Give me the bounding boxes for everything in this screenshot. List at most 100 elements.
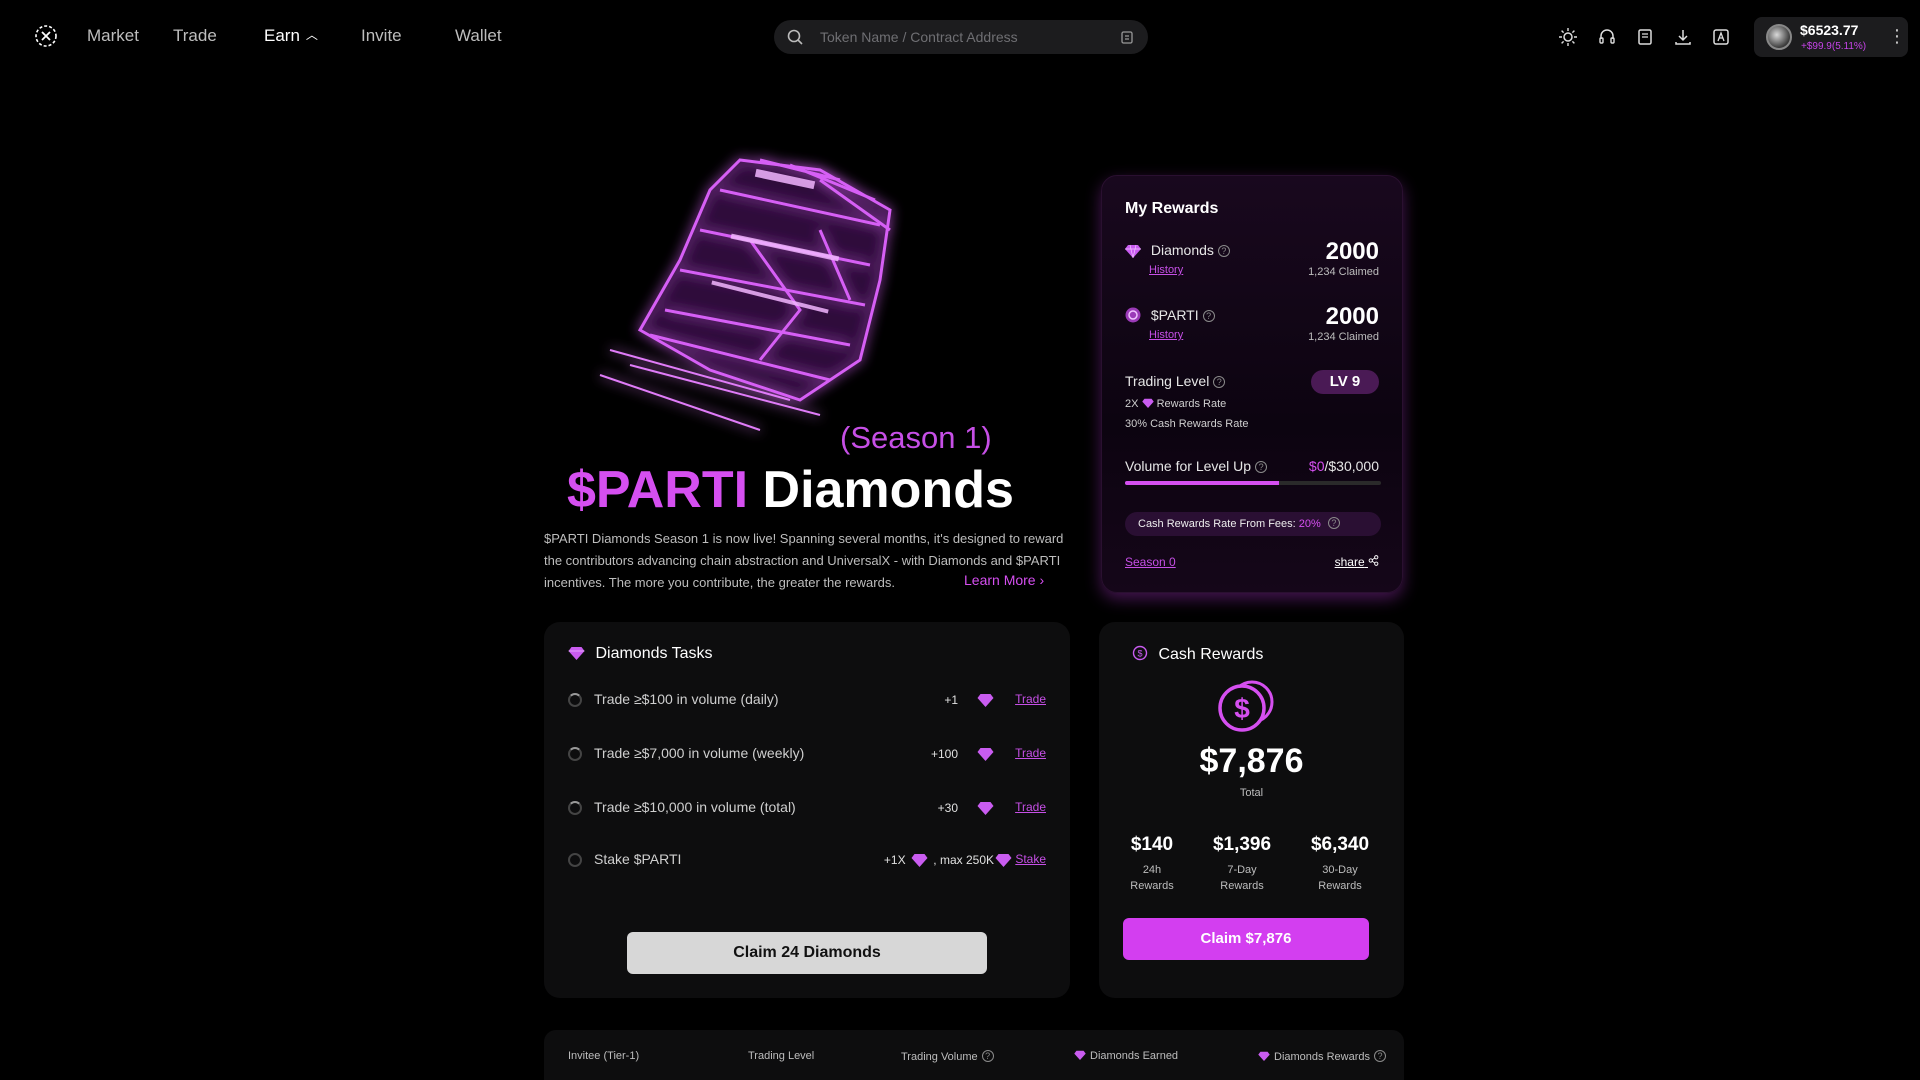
task-trade-link[interactable]: Trade (1015, 800, 1046, 814)
diamond-hero-illustration (599, 158, 892, 431)
task-trade-link[interactable]: Trade (1015, 692, 1046, 706)
volume-value: $0/$30,000 (1309, 458, 1379, 474)
col-diamonds-rewards-label: Diamonds Rewards (1274, 1051, 1370, 1063)
help-icon[interactable]: ? (1255, 461, 1268, 473)
volume-target: /$30,000 (1324, 458, 1380, 474)
task-trade-link[interactable]: Trade (1015, 746, 1046, 760)
my-rewards-card: My Rewards Diamonds? History 2000 1,234 … (1101, 175, 1403, 593)
diamonds-label-row: Diamonds? (1125, 242, 1230, 258)
download-icon[interactable] (1673, 27, 1693, 47)
help-icon[interactable]: ? (1327, 517, 1340, 529)
task-status-icon (568, 693, 582, 707)
season-0-link[interactable]: Season 0 (1125, 555, 1176, 569)
nav-wallet[interactable]: Wallet (455, 26, 502, 46)
diamond-icon (977, 694, 994, 707)
help-icon[interactable]: ? (1373, 1050, 1386, 1062)
claim-suffix: Diamonds (803, 944, 881, 961)
diamond-icon (995, 854, 1012, 867)
task-row: Trade ≥$10,000 in volume (total) +30 Tra… (568, 797, 1046, 819)
col-invitee: Invitee (Tier-1) (568, 1050, 640, 1062)
help-icon[interactable]: ? (981, 1050, 994, 1062)
task-row: Trade ≥$7,000 in volume (weekly) +100 Tr… (568, 743, 1046, 765)
share-button[interactable]: share (1335, 555, 1379, 569)
help-icon[interactable]: ? (1202, 310, 1215, 322)
diamonds-label: Diamonds (1150, 242, 1214, 258)
claim-prefix: Claim (733, 944, 777, 961)
trading-level-label: Trading Level (1125, 373, 1210, 389)
stake-points: +1X (883, 853, 906, 867)
search-icon (787, 29, 803, 45)
translate-icon[interactable] (1711, 27, 1731, 47)
nav-invite[interactable]: Invite (361, 26, 402, 46)
col-diamonds-earned-label: Diamonds Earned (1090, 1050, 1179, 1062)
volume-label-row: Volume for Level Up? (1125, 458, 1268, 474)
search-bar (774, 20, 1148, 54)
stat-label-2: Rewards (1220, 880, 1264, 892)
diamond-icon (1125, 244, 1141, 258)
parti-claimed: 1,234 Claimed (1308, 331, 1379, 343)
rate-suffix: Rewards Rate (1156, 398, 1227, 410)
volume-progress-bar (1125, 481, 1381, 485)
diamond-icon (1074, 1050, 1086, 1060)
volume-progress-fill (1125, 481, 1279, 485)
avatar (1766, 24, 1792, 50)
diamonds-value: 2000 (1325, 238, 1379, 265)
task-row: Trade ≥$100 in volume (daily) +1 Trade (568, 689, 1046, 711)
diamond-icon (977, 802, 994, 815)
coin-icon: $ (1132, 645, 1148, 661)
learn-more-link[interactable]: Learn More › (964, 572, 1044, 588)
sun-icon[interactable] (1558, 27, 1578, 47)
diamonds-tasks-card: Diamonds Tasks Trade ≥$100 in volume (da… (544, 622, 1070, 998)
stat-value: $6,340 (1310, 834, 1370, 855)
col-trading-level: Trading Level (748, 1050, 815, 1062)
stat-24h: $140 24h Rewards (1107, 834, 1197, 894)
logo-icon[interactable] (34, 24, 58, 48)
claim-cash-button[interactable]: Claim $7,876 (1123, 918, 1369, 960)
nav-market[interactable]: Market (87, 26, 139, 46)
parti-history-link[interactable]: History (1149, 329, 1183, 341)
diamond-icon (1141, 398, 1154, 408)
volume-current: $0 (1308, 458, 1325, 474)
stat-label: 7-Day Rewards (1197, 862, 1287, 894)
help-icon[interactable]: ? (1213, 376, 1226, 388)
chevron-up-icon: ︿ (305, 28, 318, 42)
balance-value: $6523.77 (1800, 22, 1859, 38)
task-label: Trade ≥$10,000 in volume (total) (594, 799, 796, 815)
headset-icon[interactable] (1597, 27, 1617, 47)
stat-label-2: Rewards (1130, 880, 1174, 892)
col-trading-volume-label: Trading Volume (901, 1051, 978, 1063)
col-diamonds-rewards: Diamonds Rewards? (1258, 1050, 1386, 1063)
document-icon[interactable] (1635, 27, 1655, 47)
task-points: +1X , max 250K (884, 853, 994, 867)
more-menu-icon[interactable]: ⋮ (1888, 26, 1906, 47)
help-icon[interactable]: ? (1217, 245, 1230, 257)
account-balance[interactable]: $6523.77 +$99.9(5.11%) (1754, 17, 1908, 57)
stat-label: 30-Day Rewards (1295, 862, 1385, 894)
parti-token-icon (1125, 307, 1141, 323)
parti-value: 2000 (1325, 303, 1379, 330)
nav-earn-label: Earn (264, 26, 300, 45)
invitee-table-header: Invitee (Tier-1) Trading Level Trading V… (544, 1030, 1404, 1080)
search-input[interactable] (820, 20, 1090, 54)
level-badge: LV 9 (1311, 370, 1379, 394)
claim-diamonds-button[interactable]: Claim 24 Diamonds (627, 932, 987, 974)
diamonds-history-link[interactable]: History (1149, 264, 1183, 276)
svg-text:$: $ (1234, 693, 1250, 724)
task-row: Stake $PARTI +1X , max 250K Stake (568, 849, 1046, 871)
balance-change: +$99.9(5.11%) (1801, 41, 1867, 52)
task-label: Trade ≥$7,000 in volume (weekly) (594, 745, 805, 761)
rewards-rate-line: 2X Rewards Rate (1125, 398, 1226, 410)
svg-text:$: $ (1137, 649, 1142, 659)
paste-icon[interactable] (1120, 29, 1136, 45)
season-label: (Season 1) (840, 420, 992, 455)
task-stake-link[interactable]: Stake (1015, 852, 1046, 866)
tasks-title-row: Diamonds Tasks (568, 645, 713, 663)
fee-value: 20% (1298, 518, 1321, 530)
task-status-icon (568, 747, 582, 761)
nav-trade[interactable]: Trade (173, 26, 217, 46)
tasks-title: Diamonds Tasks (595, 645, 713, 662)
page-title: $PARTI Diamonds (567, 460, 1014, 520)
stat-label: 24h Rewards (1107, 862, 1197, 894)
nav-earn[interactable]: Earn ︿ (264, 26, 318, 46)
cash-rewards-card: $ Cash Rewards $ $7,876 Total $140 24h Re… (1099, 622, 1404, 998)
